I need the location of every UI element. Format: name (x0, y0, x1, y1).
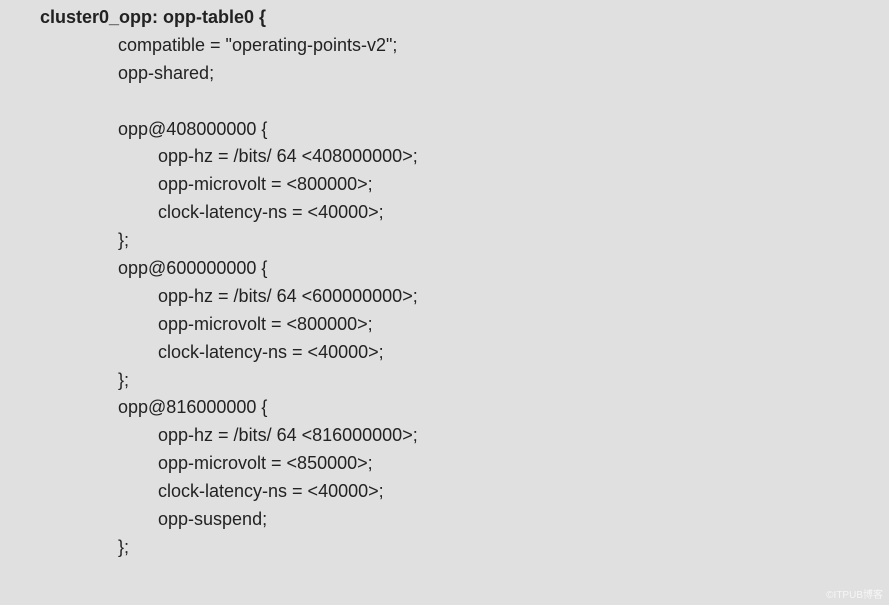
code-line: opp@600000000 { (0, 255, 889, 283)
code-line: opp-microvolt = <800000>; (0, 311, 889, 339)
code-line: opp-hz = /bits/ 64 <600000000>; (0, 283, 889, 311)
code-line: compatible = "operating-points-v2"; (0, 32, 889, 60)
code-line-header: cluster0_opp: opp-table0 { (0, 4, 889, 32)
code-line: clock-latency-ns = <40000>; (0, 339, 889, 367)
code-line: opp-hz = /bits/ 64 <408000000>; (0, 143, 889, 171)
code-line: }; (0, 534, 889, 562)
code-line: opp-hz = /bits/ 64 <816000000>; (0, 422, 889, 450)
code-line: opp-shared; (0, 60, 889, 88)
code-line: }; (0, 367, 889, 395)
code-line: }; (0, 227, 889, 255)
code-line: opp-microvolt = <800000>; (0, 171, 889, 199)
code-line: opp-suspend; (0, 506, 889, 534)
watermark: ©ITPUB博客 (826, 586, 883, 601)
code-line: opp-microvolt = <850000>; (0, 450, 889, 478)
code-line-blank (0, 88, 889, 116)
code-line: opp@816000000 { (0, 394, 889, 422)
code-line: clock-latency-ns = <40000>; (0, 478, 889, 506)
code-line: opp@408000000 { (0, 116, 889, 144)
code-line: clock-latency-ns = <40000>; (0, 199, 889, 227)
code-block: cluster0_opp: opp-table0 { compatible = … (0, 0, 889, 574)
